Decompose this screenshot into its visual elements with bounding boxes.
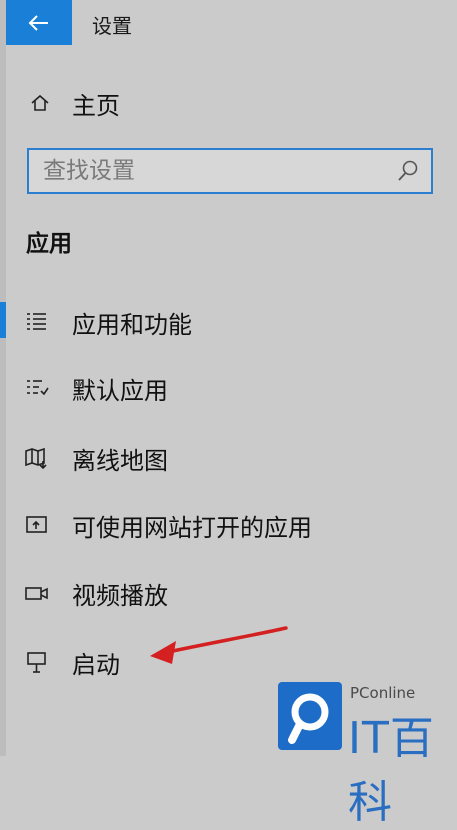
pconline-watermark: PConline IT百科 bbox=[270, 672, 457, 828]
settings-window: 设置 主页 应用 应用和功能 bbox=[0, 0, 457, 828]
red-arrow-annotation bbox=[150, 626, 288, 664]
watermark-small-text: PConline bbox=[350, 684, 416, 702]
pconline-logo-icon bbox=[278, 682, 342, 750]
watermark-main-text: IT百科 bbox=[348, 713, 435, 828]
